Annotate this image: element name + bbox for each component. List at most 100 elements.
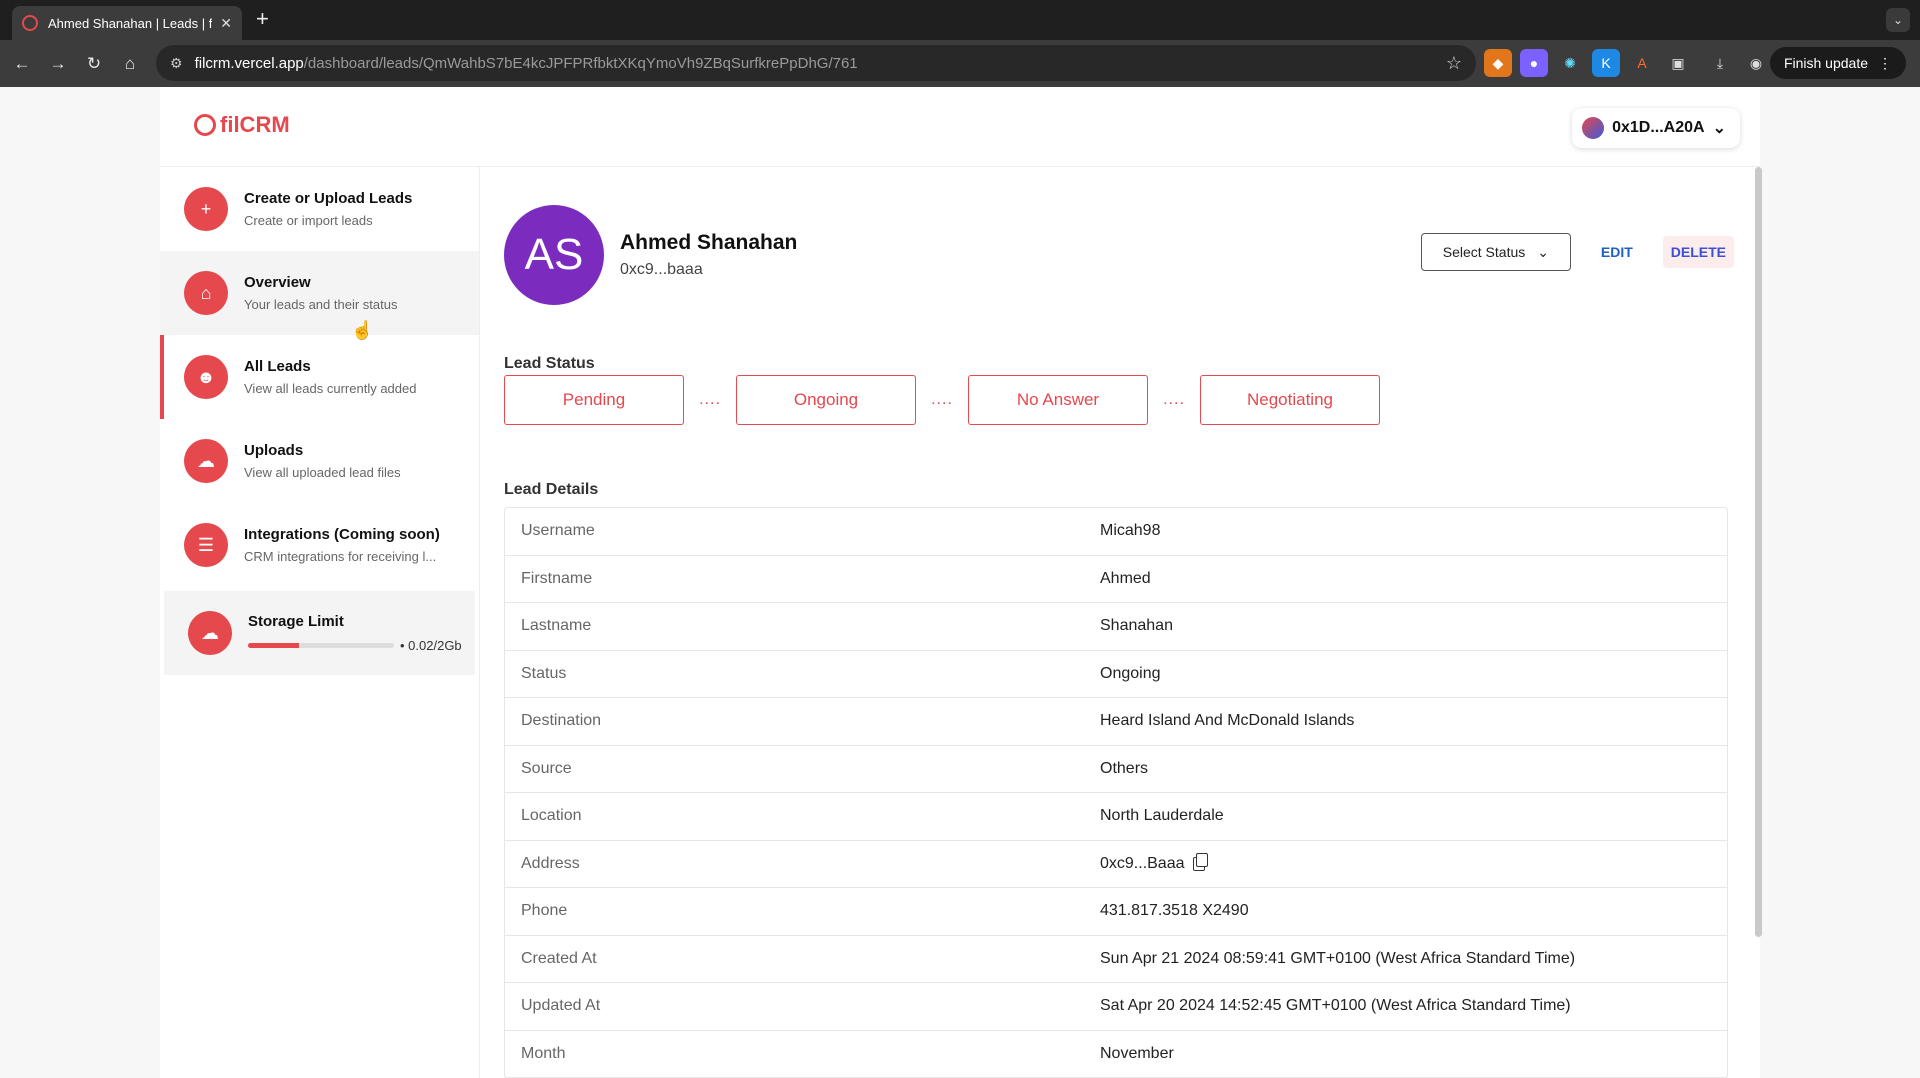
extension-icon[interactable]: ● xyxy=(1520,49,1548,77)
sidebar-item-create[interactable]: + Create or Upload Leads Create or impor… xyxy=(160,167,479,251)
step-connector: .... xyxy=(1163,391,1185,408)
sidebar-item-title: Integrations (Coming soon) xyxy=(244,526,440,543)
tab-title: Ahmed Shanahan | Leads | filc xyxy=(48,15,213,31)
detail-value: 431.817.3518 X2490 xyxy=(1100,902,1249,920)
wallet-avatar xyxy=(1582,117,1605,139)
sidebar-item-all-leads[interactable]: ☻ All Leads View all leads currently add… xyxy=(160,335,479,419)
url-domain: filcrm.vercel.app xyxy=(194,54,304,72)
storage-title: Storage Limit xyxy=(248,613,344,630)
download-icon[interactable]: ⤓ xyxy=(1706,49,1734,77)
app-logo[interactable]: filCRM xyxy=(194,112,290,138)
sidebar-item-uploads[interactable]: ☁ Uploads View all uploaded lead files xyxy=(160,419,479,503)
sidebar-item-title: Create or Upload Leads xyxy=(244,190,413,207)
storage-value: • 0.02/2Gb xyxy=(400,638,462,653)
detail-label: Firstname xyxy=(521,569,593,587)
sidebar-item-subtitle: Your leads and their status xyxy=(244,297,398,312)
detail-value: Ahmed xyxy=(1100,569,1151,587)
finish-update-button[interactable]: Finish update ⋮ xyxy=(1769,47,1906,79)
detail-value: Others xyxy=(1100,759,1149,777)
puzzle-icon[interactable]: ▣ xyxy=(1664,49,1692,77)
status-step-ongoing[interactable]: Ongoing xyxy=(736,375,916,425)
table-row: Status Ongoing xyxy=(505,651,1727,698)
cloud-upload-icon: ☁ xyxy=(184,439,228,483)
step-connector: .... xyxy=(931,391,953,408)
lead-actions: Select Status ⌄ EDIT DELETE xyxy=(1420,233,1734,271)
back-icon[interactable]: ← xyxy=(4,46,40,82)
detail-label: Month xyxy=(521,1044,566,1062)
a-extension-icon[interactable]: A xyxy=(1628,49,1656,77)
detail-label: Created At xyxy=(521,949,597,967)
address-bar[interactable]: ⚙ filcrm.vercel.app /dashboard/leads/QmW… xyxy=(156,45,1476,81)
sidebar-item-title: Overview xyxy=(244,274,311,291)
sidebar-item-title: Uploads xyxy=(244,442,304,459)
browser-tab[interactable]: Ahmed Shanahan | Leads | filc ✕ xyxy=(12,6,242,40)
more-menu-icon: ⋮ xyxy=(1878,54,1892,71)
copy-icon[interactable] xyxy=(1192,852,1208,871)
sidebar-item-title: All Leads xyxy=(244,358,311,375)
lead-detail-panel: AS Ahmed Shanahan 0xc9...baaa Select Sta… xyxy=(504,167,1734,1078)
chevron-down-icon: ⌄ xyxy=(1712,120,1726,137)
table-row: Firstname Ahmed xyxy=(505,556,1727,603)
avatar: AS xyxy=(504,205,604,305)
storage-limit: ☁ Storage Limit • 0.02/2Gb xyxy=(164,591,475,675)
delete-button[interactable]: DELETE xyxy=(1662,236,1734,268)
lead-details-title: Lead Details xyxy=(504,481,599,498)
sidebar-item-subtitle: CRM integrations for receiving l... xyxy=(244,549,437,564)
status-step-pending[interactable]: Pending xyxy=(504,375,684,425)
site-info-icon[interactable]: ⚙ xyxy=(170,55,183,72)
site-favicon-icon xyxy=(22,15,38,31)
extensions-area: ◆ ● ✺ K A ▣ ⤓ ◉ xyxy=(1484,49,1770,77)
table-row: Created At Sun Apr 21 2024 08:59:41 GMT+0… xyxy=(505,936,1727,983)
chevron-down-icon: ⌄ xyxy=(1537,243,1549,260)
status-step-no-answer[interactable]: No Answer xyxy=(968,375,1148,425)
close-tab-icon[interactable]: ✕ xyxy=(220,15,232,32)
sidebar-item-overview[interactable]: ⌂ Overview Your leads and their status xyxy=(160,251,479,335)
status-step-negotiating[interactable]: Negotiating xyxy=(1200,375,1380,425)
profile-icon[interactable]: ◉ xyxy=(1742,49,1770,77)
detail-label: Destination xyxy=(521,712,602,730)
table-row: Location North Lauderdale xyxy=(505,793,1727,841)
home-browser-icon[interactable]: ⌂ xyxy=(112,46,148,82)
sidebar-item-integrations[interactable]: ☰ Integrations (Coming soon) CRM integra… xyxy=(160,503,479,587)
table-row: Updated At Sat Apr 20 2024 14:52:45 GMT+0… xyxy=(505,983,1727,1031)
storage-progress-bar xyxy=(248,643,394,648)
detail-value: Heard Island And McDonald Islands xyxy=(1100,712,1355,730)
metamask-extension-icon[interactable]: ◆ xyxy=(1484,49,1512,77)
reload-icon[interactable]: ↻ xyxy=(76,46,112,82)
wallet-button[interactable]: 0x1D...A20A ⌄ xyxy=(1572,108,1740,148)
detail-value-with-copy: 0xc9...Baaa xyxy=(1100,852,1208,873)
lead-address: 0xc9...baaa xyxy=(620,261,703,278)
finish-update-label: Finish update xyxy=(1783,55,1868,71)
select-status-dropdown[interactable]: Select Status ⌄ xyxy=(1420,233,1571,271)
new-tab-icon[interactable]: + xyxy=(256,8,269,30)
sidebar-item-subtitle: View all leads currently added xyxy=(244,381,417,396)
detail-value: North Lauderdale xyxy=(1100,807,1224,825)
lead-name: Ahmed Shanahan xyxy=(620,231,798,254)
detail-label: Updated At xyxy=(521,997,601,1015)
hand-cursor-icon: ☝ xyxy=(351,320,374,340)
detail-value: Sat Apr 20 2024 14:52:45 GMT+0100 (West … xyxy=(1100,997,1571,1015)
detail-label: Source xyxy=(521,759,572,777)
users-icon: ☻ xyxy=(184,355,228,399)
k-extension-icon[interactable]: K xyxy=(1592,49,1620,77)
detail-label: Username xyxy=(521,522,595,540)
tab-search-icon[interactable]: ⌄ xyxy=(1886,8,1910,32)
bookmark-star-icon[interactable]: ☆ xyxy=(1446,53,1462,74)
react-devtools-icon[interactable]: ✺ xyxy=(1556,49,1584,77)
detail-value: November xyxy=(1100,1044,1174,1062)
forward-icon[interactable]: → xyxy=(40,46,76,82)
integrations-icon: ☰ xyxy=(184,523,228,567)
lead-profile: AS Ahmed Shanahan 0xc9...baaa xyxy=(504,205,797,305)
select-status-label: Select Status xyxy=(1442,244,1526,260)
detail-label: Address xyxy=(521,854,580,872)
detail-label: Location xyxy=(521,807,582,825)
lead-status-title: Lead Status xyxy=(504,355,595,372)
detail-value: Micah98 xyxy=(1100,522,1161,540)
storage-progress-fill xyxy=(248,643,300,648)
table-row: Month November xyxy=(505,1031,1727,1078)
edit-button[interactable]: EDIT xyxy=(1591,236,1643,268)
wallet-address: 0x1D...A20A xyxy=(1612,119,1705,136)
plus-icon: + xyxy=(184,187,228,231)
page-scrollbar[interactable] xyxy=(1755,167,1762,937)
app-container: filCRM 0x1D...A20A ⌄ + Create or Upload … xyxy=(160,87,1760,1078)
